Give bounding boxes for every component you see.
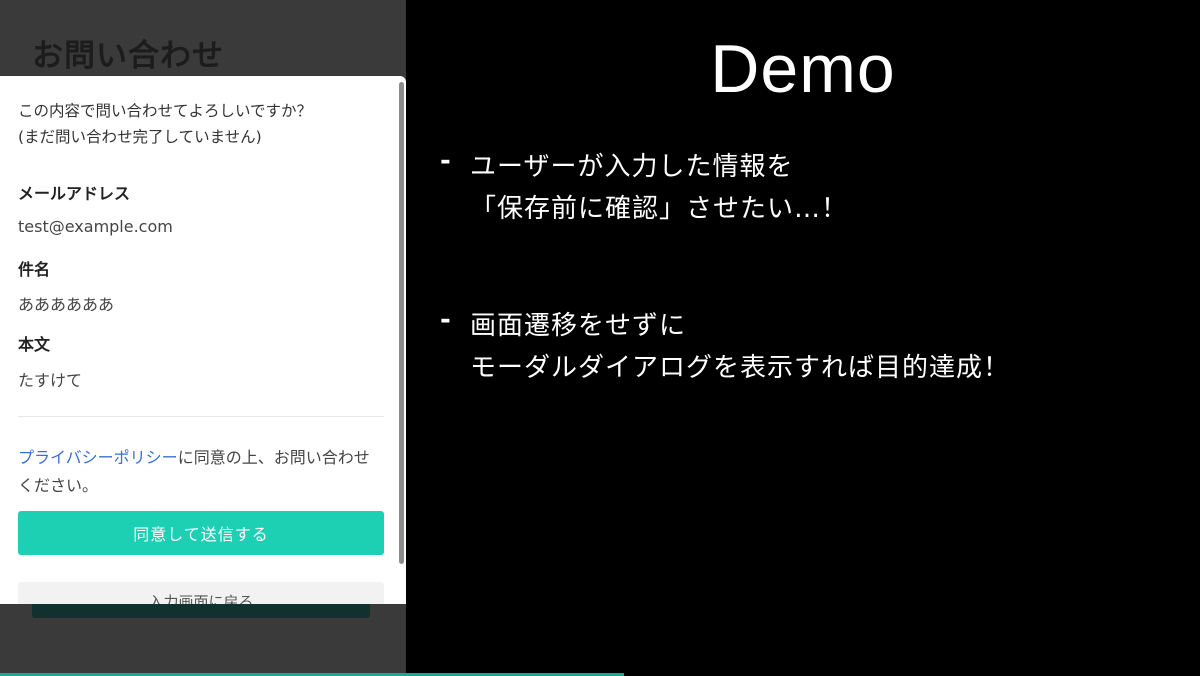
confirm-message: この内容で問い合わせてよろしいですか？ (まだ問い合わせ完了していません) <box>18 98 384 150</box>
privacy-policy-link[interactable]: プライバシーポリシー <box>18 448 178 467</box>
bullet-2-line-2: モーダルダイアログを表示すれば目的達成！ <box>470 353 1011 383</box>
body-label: 本文 <box>18 335 51 354</box>
email-value: test@example.com <box>18 217 173 236</box>
policy-notice: プライバシーポリシーに同意の上、お問い合わせください。 <box>18 444 384 500</box>
confirm-question: この内容で問い合わせてよろしいですか？ <box>18 102 313 120</box>
body-value: たすけて <box>18 371 83 390</box>
back-to-input-button[interactable]: 入力画面に戻る <box>18 582 384 604</box>
email-label: メールアドレス <box>18 184 131 203</box>
confirm-modal: この内容で問い合わせてよろしいですか？ (まだ問い合わせ完了していません) メー… <box>0 76 406 604</box>
modal-scrollbar[interactable] <box>399 82 404 564</box>
bullet-1-line-2: 「保存前に確認」させたい…！ <box>470 194 849 224</box>
bullet-dash: - <box>440 146 451 176</box>
modal-divider <box>18 416 384 417</box>
subject-label: 件名 <box>18 260 51 279</box>
subject-value: ああああああ <box>18 295 115 314</box>
bullet-1-line-1: ユーザーが入力した情報を <box>470 152 794 182</box>
phone-screenshot: お問い合わせ この内容で問い合わせてよろしいですか？ (まだ問い合わせ完了してい… <box>0 0 406 676</box>
page-title: お問い合わせ <box>32 38 224 74</box>
confirm-note: (まだ問い合わせ完了していません) <box>18 128 262 146</box>
bullet-2-line-1: 画面遷移をせずに <box>470 311 687 341</box>
bullet-dash: - <box>440 305 451 335</box>
slide-title: Demo <box>710 31 896 107</box>
presentation-slide: Demo - ユーザーが入力した情報を 「保存前に確認」させたい…！ - 画面遷… <box>406 0 1200 676</box>
agree-submit-button[interactable]: 同意して送信する <box>18 511 384 555</box>
